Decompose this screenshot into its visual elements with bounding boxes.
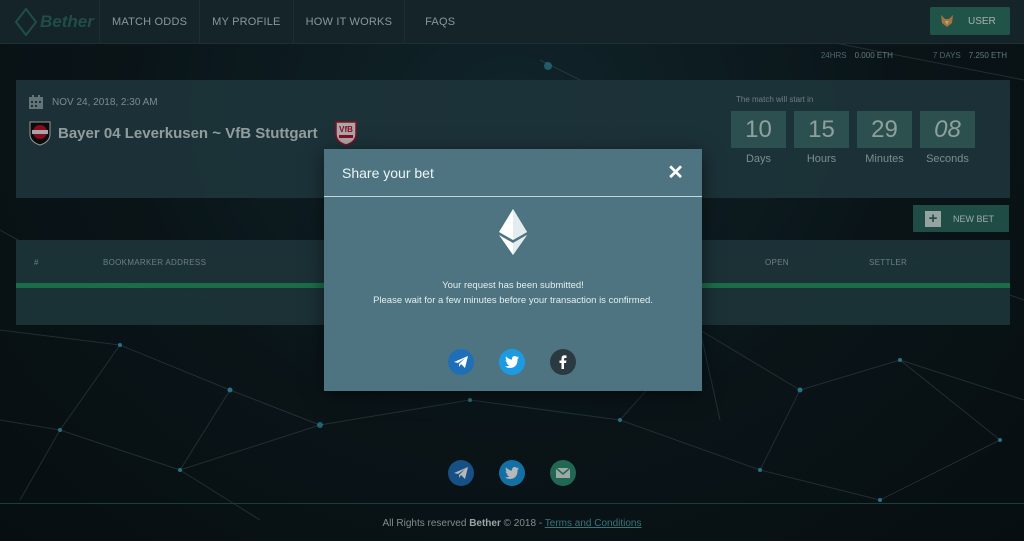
telegram-icon[interactable]	[448, 349, 474, 375]
modal-message-line1: Your request has been submitted!	[442, 280, 584, 291]
facebook-icon[interactable]	[550, 349, 576, 375]
close-icon[interactable]: ✕	[667, 163, 684, 183]
modal-share-icons	[448, 349, 576, 375]
modal-message: Your request has been submitted! Please …	[324, 278, 702, 308]
ethereum-icon	[499, 209, 527, 255]
modal-header: Share your bet ✕	[324, 149, 702, 197]
modal-title: Share your bet	[342, 164, 434, 181]
modal-message-line2: Please wait for a few minutes before you…	[373, 295, 653, 306]
twitter-icon[interactable]	[499, 349, 525, 375]
share-bet-modal: Share your bet ✕ Your request has been s…	[324, 149, 702, 391]
